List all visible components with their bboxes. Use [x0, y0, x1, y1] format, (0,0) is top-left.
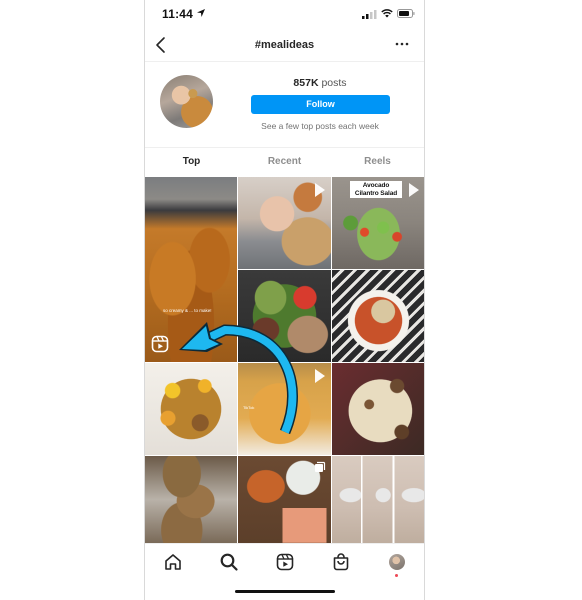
top-nav-bar: #mealideas — [145, 30, 424, 62]
grid-tile-sweet-potato-hash[interactable] — [145, 363, 237, 455]
status-bar: 11:44 — [145, 0, 424, 28]
hashtag-avatar — [160, 75, 213, 128]
grid-tile-couple-photos[interactable] — [332, 456, 424, 543]
profile-avatar[interactable] — [389, 554, 405, 570]
tile-title-label: Avocado Cilantro Salad — [350, 181, 402, 198]
reels-icon — [151, 335, 169, 353]
grid-tile-woman-video[interactable] — [238, 177, 331, 269]
video-play-icon — [409, 183, 419, 197]
posts-count-value: 857K — [293, 77, 319, 89]
tab-top[interactable]: Top — [145, 148, 238, 177]
tile-image — [332, 456, 424, 543]
tab-reels[interactable]: Reels — [331, 148, 424, 177]
bottom-nav-bar — [145, 543, 424, 578]
battery-icon — [397, 9, 415, 18]
home-icon[interactable] — [163, 552, 183, 572]
grid-tile-groceries-carousel[interactable] — [238, 456, 331, 543]
phone-screen: 11:44 #mealideas 857K posts Follow See a… — [144, 0, 425, 600]
follow-subtitle: See a few top posts each week — [261, 121, 379, 131]
tile-image — [332, 270, 424, 362]
more-options-icon[interactable] — [392, 34, 412, 54]
grid-tile-curry-reel[interactable]: so creamy & ... to make! — [145, 177, 237, 362]
shop-icon[interactable] — [331, 552, 351, 572]
grid-tile-tomato-soup[interactable] — [332, 270, 424, 362]
tile-overlay-text: so creamy & ... to make! — [163, 308, 212, 313]
notification-dot — [395, 574, 398, 577]
video-play-icon — [315, 183, 325, 197]
grid-tile-mushroom-skillet[interactable] — [332, 363, 424, 455]
tab-recent[interactable]: Recent — [238, 148, 331, 177]
location-arrow-icon — [197, 9, 205, 17]
posts-count: 857K posts — [250, 77, 390, 89]
grid-tile-baked-dish-video[interactable]: TikTok — [238, 363, 331, 455]
tile-image — [145, 363, 237, 455]
posts-grid: so creamy & ... to make! Avocado Cilantr… — [145, 177, 424, 543]
tiktok-watermark: TikTok — [243, 405, 255, 410]
tile-image — [332, 363, 424, 455]
grid-tile-chicken-salad[interactable] — [238, 270, 331, 362]
tile-image — [238, 270, 331, 362]
content-tabs: Top Recent Reels — [145, 147, 424, 177]
carousel-multiple-icon — [315, 461, 326, 472]
wifi-icon — [381, 9, 393, 18]
hashtag-title: #mealideas — [254, 39, 315, 51]
posts-count-label: posts — [321, 77, 347, 89]
grid-tile-avocado-salad[interactable]: Avocado Cilantro Salad — [332, 177, 424, 269]
search-icon[interactable] — [219, 552, 239, 572]
follow-button[interactable]: Follow — [251, 95, 390, 114]
cellular-signal-icon — [362, 10, 377, 19]
tile-image — [145, 456, 237, 543]
reels-icon[interactable] — [275, 552, 295, 572]
grid-tile-stuffed-chicken[interactable] — [145, 456, 237, 543]
video-play-icon — [315, 369, 325, 383]
home-indicator — [235, 590, 335, 593]
status-time: 11:44 — [162, 7, 194, 21]
